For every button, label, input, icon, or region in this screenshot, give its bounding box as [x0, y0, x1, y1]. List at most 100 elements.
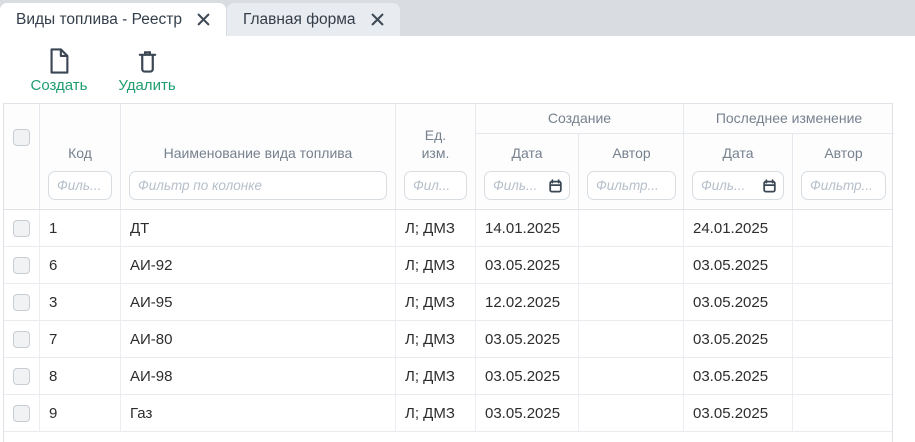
cell-unit: Л; ДМЗ	[396, 284, 476, 320]
code-filter-input[interactable]	[48, 171, 112, 200]
cell-created-author	[579, 284, 684, 320]
row-checkbox[interactable]	[13, 294, 30, 311]
modified-author-filter-input[interactable]	[801, 171, 886, 200]
cell-name: АИ-80	[121, 321, 396, 357]
cell-modified-author	[793, 210, 894, 246]
cell-unit: Л; ДМЗ	[396, 358, 476, 394]
trash-icon	[136, 47, 159, 74]
cell-modified-author	[793, 321, 894, 357]
row-checkbox[interactable]	[13, 331, 30, 348]
table-row[interactable]: 9 Газ Л; ДМЗ 03.05.2025 03.05.2025	[4, 395, 892, 432]
cell-modified-date: 03.05.2025	[684, 395, 793, 431]
cell-code: 1	[40, 210, 121, 246]
cell-modified-date: 24.01.2025	[684, 210, 793, 246]
cell-name: ДТ	[121, 210, 396, 246]
column-header-modified-author: Автор	[793, 134, 894, 209]
column-group-creation: Создание Дата	[476, 104, 684, 209]
delete-button-label: Удалить	[118, 77, 175, 94]
group-title: Последнее изменение	[684, 104, 894, 134]
column-group-last-modified: Последнее изменение Дата	[684, 104, 894, 209]
cell-created-date: 14.01.2025	[476, 210, 579, 246]
cell-code: 7	[40, 321, 121, 357]
column-header-created-date: Дата	[476, 134, 579, 209]
close-icon[interactable]	[197, 13, 210, 26]
cell-modified-author	[793, 395, 894, 431]
cell-name: Газ	[121, 395, 396, 431]
column-label: Автор	[612, 145, 650, 163]
close-icon[interactable]	[371, 13, 384, 26]
cell-modified-author	[793, 358, 894, 394]
cell-created-author	[579, 321, 684, 357]
cell-created-author	[579, 358, 684, 394]
column-header-name: Наименование вида топлива	[121, 104, 396, 209]
cell-unit: Л; ДМЗ	[396, 210, 476, 246]
row-checkbox[interactable]	[13, 257, 30, 274]
row-checkbox-cell	[4, 358, 40, 394]
row-checkbox-cell	[4, 395, 40, 431]
row-checkbox-cell	[4, 210, 40, 246]
cell-modified-date: 03.05.2025	[684, 358, 793, 394]
table-row[interactable]: 1 ДТ Л; ДМЗ 14.01.2025 24.01.2025	[4, 210, 892, 247]
cell-created-date: 03.05.2025	[476, 247, 579, 283]
delete-button[interactable]: Удалить	[112, 47, 182, 94]
select-all-checkbox[interactable]	[13, 129, 30, 146]
column-label: Код	[68, 145, 92, 163]
grid-header: Код Наименование вида топлива Ед. изм. С…	[4, 104, 892, 210]
table-row[interactable]: 7 АИ-80 Л; ДМЗ 03.05.2025 03.05.2025	[4, 321, 892, 358]
cell-created-author	[579, 247, 684, 283]
cell-unit: Л; ДМЗ	[396, 321, 476, 357]
column-label: Автор	[824, 145, 862, 163]
table-row[interactable]: 3 АИ-95 Л; ДМЗ 12.02.2025 03.05.2025	[4, 284, 892, 321]
grid-body: 1 ДТ Л; ДМЗ 14.01.2025 24.01.2025 6 АИ-9…	[4, 210, 892, 432]
column-label: Дата	[722, 145, 753, 163]
calendar-icon[interactable]	[762, 178, 777, 193]
column-header-created-author: Автор	[579, 134, 684, 209]
cell-created-author	[579, 395, 684, 431]
name-filter-input[interactable]	[129, 171, 387, 200]
cell-name: АИ-98	[121, 358, 396, 394]
column-header-unit: Ед. изм.	[396, 104, 476, 209]
cell-unit: Л; ДМЗ	[396, 247, 476, 283]
cell-modified-author	[793, 284, 894, 320]
cell-created-author	[579, 210, 684, 246]
group-title: Создание	[476, 104, 683, 134]
cell-unit: Л; ДМЗ	[396, 395, 476, 431]
row-checkbox[interactable]	[13, 220, 30, 237]
column-label: Наименование вида топлива	[164, 145, 353, 163]
cell-created-date: 03.05.2025	[476, 321, 579, 357]
table-row[interactable]: 6 АИ-92 Л; ДМЗ 03.05.2025 03.05.2025	[4, 247, 892, 284]
cell-code: 9	[40, 395, 121, 431]
cell-modified-date: 03.05.2025	[684, 247, 793, 283]
cell-name: АИ-95	[121, 284, 396, 320]
tab-label: Главная форма	[243, 11, 356, 29]
column-label: Дата	[511, 145, 542, 163]
column-label: Ед. изм.	[422, 127, 450, 162]
create-button-label: Создать	[30, 77, 87, 94]
table-row[interactable]: 8 АИ-98 Л; ДМЗ 03.05.2025 03.05.2025	[4, 358, 892, 395]
row-checkbox-cell	[4, 284, 40, 320]
column-header-modified-date: Дата	[684, 134, 793, 209]
create-button[interactable]: Создать	[24, 47, 94, 94]
cell-code: 8	[40, 358, 121, 394]
cell-created-date: 03.05.2025	[476, 358, 579, 394]
tab-bar: Виды топлива - Реестр Главная форма	[0, 0, 915, 36]
unit-filter-input[interactable]	[404, 171, 467, 200]
cell-code: 3	[40, 284, 121, 320]
cell-code: 6	[40, 247, 121, 283]
cell-modified-author	[793, 247, 894, 283]
row-checkbox[interactable]	[13, 368, 30, 385]
toolbar: Создать Удалить	[0, 36, 915, 103]
tab-main-form[interactable]: Главная форма	[227, 3, 400, 36]
cell-name: АИ-92	[121, 247, 396, 283]
column-header-code: Код	[40, 104, 121, 209]
select-all-cell	[4, 104, 40, 209]
created-author-filter-input[interactable]	[587, 171, 676, 200]
cell-created-date: 03.05.2025	[476, 395, 579, 431]
tab-label: Виды топлива - Реестр	[16, 11, 182, 29]
tab-fuel-types-registry[interactable]: Виды топлива - Реестр	[0, 3, 226, 36]
calendar-icon[interactable]	[548, 178, 563, 193]
row-checkbox-cell	[4, 247, 40, 283]
cell-created-date: 12.02.2025	[476, 284, 579, 320]
row-checkbox[interactable]	[13, 405, 30, 422]
cell-modified-date: 03.05.2025	[684, 321, 793, 357]
